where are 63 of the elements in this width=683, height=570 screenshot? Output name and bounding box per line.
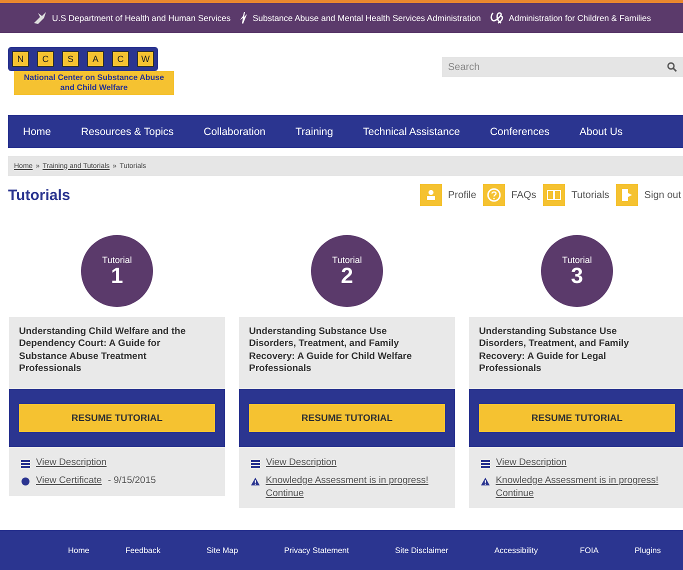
logo-letter: S xyxy=(62,51,79,68)
book-icon xyxy=(547,190,562,200)
tutorial-link[interactable]: View Description xyxy=(496,457,567,470)
nav-link[interactable]: Training xyxy=(280,126,348,138)
help-icon xyxy=(487,188,502,202)
tutorial-title: Understanding Substance Use Disorders, Treatment, and Family Recovery: A Guide for Child Welfare Professionals xyxy=(248,325,413,376)
logo-letter: N xyxy=(12,51,29,68)
agency-link[interactable]: Administration for Children & Families xyxy=(488,11,651,25)
exit-icon xyxy=(621,188,634,202)
agency-link[interactable]: Substance Abuse and Mental Health Services Administration xyxy=(238,11,481,25)
logo-letter: C xyxy=(37,51,54,68)
tutorial-badge: Tutorial 3 xyxy=(541,235,613,307)
footer-link[interactable]: Home xyxy=(68,546,90,554)
warning-icon xyxy=(251,476,260,486)
footer-link[interactable]: Accessibility xyxy=(494,546,538,554)
tutorial-link[interactable]: Knowledge Assessment is in progress! Continue xyxy=(496,474,673,500)
logo-letter: A xyxy=(87,51,104,68)
agency-name: U.S Department of Health and Human Services xyxy=(52,13,231,23)
nav-link[interactable]: Resources & Topics xyxy=(66,126,189,138)
agency-name: Substance Abuse and Mental Health Services Administration xyxy=(252,13,481,23)
search-field[interactable]: Search xyxy=(442,57,661,77)
agency-name: Administration for Children & Families xyxy=(508,13,651,23)
tutorial-link[interactable]: Knowledge Assessment is in progress! Continue xyxy=(266,474,443,500)
agency-link[interactable]: U.S Department of Health and Human Services xyxy=(32,11,231,25)
resume-button[interactable]: RESUME TUTORIAL xyxy=(19,404,215,432)
user-link[interactable]: Profile xyxy=(420,184,476,206)
certificate-date: - 9/15/2015 xyxy=(108,474,156,488)
list-icon xyxy=(251,460,260,468)
resume-button[interactable]: RESUME TUTORIAL xyxy=(479,404,675,432)
search-icon xyxy=(667,62,677,72)
list-icon xyxy=(481,460,490,468)
person-icon xyxy=(424,189,437,201)
logo-letter: C xyxy=(112,51,129,68)
footer-link[interactable]: Site Disclaimer xyxy=(394,546,448,554)
logo-text: National Center on Substance Abuse and Child Welfare xyxy=(14,71,174,95)
user-link[interactable]: Sign out xyxy=(616,184,681,206)
footer-link[interactable]: Site Map xyxy=(206,546,238,554)
tutorial-title: Understanding Substance Use Disorders, Treatment, and Family Recovery: A Guide for Legal Professionals xyxy=(478,325,630,376)
tutorial-link[interactable]: View Description xyxy=(266,457,337,470)
user-link[interactable]: FAQs xyxy=(483,184,536,206)
tutorial-link[interactable]: View Description xyxy=(36,457,107,470)
nav-link[interactable]: Home xyxy=(8,126,66,138)
dot-icon xyxy=(21,476,30,486)
tutorial-badge: Tutorial 1 xyxy=(81,235,153,307)
user-link[interactable]: Tutorials xyxy=(543,184,610,206)
site-logo[interactable]: N C S A C W National Center on Substance Abuse and Child Welfare xyxy=(8,47,184,95)
nav-link[interactable]: Collaboration xyxy=(188,126,280,138)
resume-button[interactable]: RESUME TUTORIAL xyxy=(249,404,445,432)
footer-link[interactable]: Plugins xyxy=(634,546,661,554)
footer-link[interactable]: FOIA xyxy=(580,546,599,554)
search-button[interactable] xyxy=(661,57,683,77)
page-title: Tutorials xyxy=(8,186,70,204)
warning-icon xyxy=(481,476,490,486)
nav-link[interactable]: Technical Assistance xyxy=(348,126,475,138)
list-icon xyxy=(21,460,30,468)
tutorial-badge: Tutorial 2 xyxy=(311,235,383,307)
footer-link[interactable]: Privacy Statement xyxy=(284,546,349,554)
nav-link[interactable]: About Us xyxy=(564,126,638,138)
logo-letter: W xyxy=(137,51,154,68)
tutorial-title: Understanding Child Welfare and the Dependency Court: A Guide for Substance Abuse Treatment Professionals xyxy=(18,325,187,376)
tutorial-link[interactable]: View Certificate xyxy=(36,474,102,488)
footer-link[interactable]: Feedback xyxy=(125,546,160,554)
nav-link[interactable]: Conferences xyxy=(474,126,564,138)
